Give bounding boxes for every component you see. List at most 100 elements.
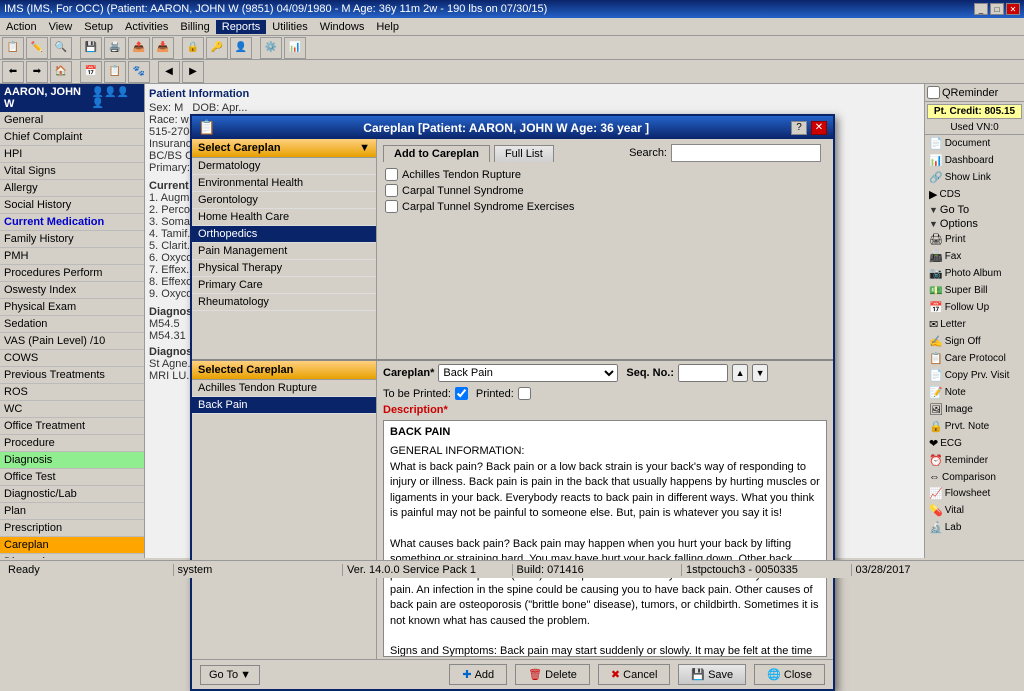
toolbar-btn-2[interactable]: ✏️ [26, 37, 48, 59]
toolbar2-btn-4[interactable]: 📅 [80, 61, 102, 83]
nav-careplan[interactable]: Careplan [0, 537, 144, 554]
right-nav-copy-prv[interactable]: 📄 Copy Prv. Visit [925, 367, 1024, 384]
toolbar-btn-10[interactable]: 👤 [230, 37, 252, 59]
careplan-item-pain-mgmt[interactable]: Pain Management [192, 243, 376, 260]
tab-full-list[interactable]: Full List [494, 145, 554, 162]
nav-ros[interactable]: ROS [0, 384, 144, 401]
right-nav-fax[interactable]: 📠 Fax [925, 248, 1024, 265]
toolbar2-btn-2[interactable]: ➡ [26, 61, 48, 83]
right-nav-signoff[interactable]: ✍ Sign Off [925, 333, 1024, 350]
maximize-button[interactable]: □ [990, 3, 1004, 15]
menu-utilities[interactable]: Utilities [266, 20, 313, 34]
nav-prescription[interactable]: Prescription [0, 520, 144, 537]
add-button[interactable]: ✚ Add [449, 664, 507, 685]
nav-hpi[interactable]: HPI [0, 146, 144, 163]
toolbar-btn-5[interactable]: 🖨️ [104, 37, 126, 59]
to-be-printed-checkbox[interactable] [455, 387, 468, 400]
careplan-item-primary-care[interactable]: Primary Care [192, 277, 376, 294]
right-nav-flowsheet[interactable]: 📈 Flowsheet [925, 485, 1024, 502]
nav-allergy[interactable]: Allergy [0, 180, 144, 197]
nav-current-medication[interactable]: Current Medication [0, 214, 144, 231]
menu-setup[interactable]: Setup [78, 20, 119, 34]
toolbar2-btn-7[interactable]: ◀ [158, 61, 180, 83]
nav-social-history[interactable]: Social History [0, 197, 144, 214]
nav-family-history[interactable]: Family History [0, 231, 144, 248]
toolbar-btn-4[interactable]: 💾 [80, 37, 102, 59]
cancel-button[interactable]: ✖ Cancel [598, 664, 670, 685]
checkbox-carpal-exercises-input[interactable] [385, 200, 398, 213]
toolbar2-btn-3[interactable]: 🏠 [50, 61, 72, 83]
toolbar-btn-6[interactable]: 📤 [128, 37, 150, 59]
careplan-item-rheumatology[interactable]: Rheumatology [192, 294, 376, 311]
right-nav-note[interactable]: 📝 Note [925, 384, 1024, 401]
nav-sedation[interactable]: Sedation [0, 316, 144, 333]
menu-action[interactable]: Action [0, 20, 43, 34]
toolbar-btn-12[interactable]: 📊 [284, 37, 306, 59]
right-nav-followup[interactable]: 📅 Follow Up [925, 299, 1024, 316]
minimize-button[interactable]: _ [974, 3, 988, 15]
reminder-checkbox[interactable] [927, 86, 940, 99]
checkbox-achilles-input[interactable] [385, 168, 398, 181]
toolbar-btn-7[interactable]: 📥 [152, 37, 174, 59]
nav-oswesty-index[interactable]: Oswesty Index [0, 282, 144, 299]
nav-cows[interactable]: COWS [0, 350, 144, 367]
nav-vital-signs[interactable]: Vital Signs [0, 163, 144, 180]
toolbar-btn-8[interactable]: 🔒 [182, 37, 204, 59]
selected-item-achilles[interactable]: Achilles Tendon Rupture [192, 380, 376, 397]
toolbar2-btn-5[interactable]: 📋 [104, 61, 126, 83]
right-nav-comparison[interactable]: ⇔ Comparison [925, 469, 1024, 485]
careplan-item-gerontology[interactable]: Gerontology [192, 192, 376, 209]
nav-pmh[interactable]: PMH [0, 248, 144, 265]
menu-activities[interactable]: Activities [119, 20, 174, 34]
right-nav-image[interactable]: 🖼 Image [925, 401, 1024, 418]
selected-item-back-pain[interactable]: Back Pain [192, 397, 376, 414]
menu-help[interactable]: Help [370, 20, 405, 34]
goto-button[interactable]: Go To ▼ [200, 665, 260, 685]
careplan-item-environmental[interactable]: Environmental Health [192, 175, 376, 192]
right-nav-care-protocol[interactable]: 📋 Care Protocol [925, 350, 1024, 367]
careplan-select[interactable]: Back Pain [438, 364, 618, 382]
careplan-item-dermatology[interactable]: Dermatology [192, 158, 376, 175]
toolbar-btn-3[interactable]: 🔍 [50, 37, 72, 59]
modal-help-button[interactable]: ? [791, 121, 807, 135]
nav-procedure[interactable]: Procedure [0, 435, 144, 452]
right-nav-showlink[interactable]: 🔗 Show Link [925, 169, 1024, 186]
seq-up-btn[interactable]: ▲ [732, 364, 748, 382]
right-nav-print[interactable]: 🖨 Print [925, 231, 1024, 248]
right-nav-ecg[interactable]: ❤ ECG [925, 435, 1024, 452]
nav-wc[interactable]: WC [0, 401, 144, 418]
right-nav-document[interactable]: 📄 Document [925, 135, 1024, 152]
nav-previous-treatments[interactable]: Previous Treatments [0, 367, 144, 384]
nav-physical-exam[interactable]: Physical Exam [0, 299, 144, 316]
toolbar2-btn-8[interactable]: ▶ [182, 61, 204, 83]
right-nav-cds[interactable]: ▶ CDS [925, 186, 1024, 203]
toolbar-btn-1[interactable]: 📋 [2, 37, 24, 59]
nav-vas[interactable]: VAS (Pain Level) /10 [0, 333, 144, 350]
toolbar2-btn-1[interactable]: ⬅ [2, 61, 24, 83]
right-nav-dashboard[interactable]: 📊 Dashboard [925, 152, 1024, 169]
right-nav-vital[interactable]: 💊 Vital [925, 502, 1024, 519]
nav-discussion[interactable]: Discussion [0, 554, 144, 558]
nav-diagnosis[interactable]: Diagnosis [0, 452, 144, 469]
menu-windows[interactable]: Windows [314, 20, 371, 34]
nav-procedures-perform[interactable]: Procedures Perform [0, 265, 144, 282]
careplan-item-orthopedics[interactable]: Orthopedics [192, 226, 376, 243]
tab-add-to-careplan[interactable]: Add to Careplan [383, 145, 490, 162]
search-input[interactable] [671, 144, 821, 162]
nav-chief-complaint[interactable]: Chief Complaint [0, 129, 144, 146]
close-modal-button[interactable]: 🌐 Close [754, 664, 825, 685]
save-button[interactable]: 💾 Save [678, 664, 746, 685]
careplan-item-home-health[interactable]: Home Health Care [192, 209, 376, 226]
toolbar-btn-11[interactable]: ⚙️ [260, 37, 282, 59]
careplan-item-physical-therapy[interactable]: Physical Therapy [192, 260, 376, 277]
right-nav-lab[interactable]: 🔬 Lab [925, 519, 1024, 536]
delete-button[interactable]: 🗑 Delete [515, 664, 590, 685]
nav-general[interactable]: General [0, 112, 144, 129]
checkbox-carpal-input[interactable] [385, 184, 398, 197]
menu-view[interactable]: View [43, 20, 79, 34]
seq-input[interactable] [678, 364, 728, 382]
seq-down-btn[interactable]: ▼ [752, 364, 768, 382]
right-nav-reminder[interactable]: ⏰ Reminder [925, 452, 1024, 469]
modal-close-button[interactable]: ✕ [811, 121, 827, 135]
right-nav-letter[interactable]: ✉ Letter [925, 316, 1024, 333]
